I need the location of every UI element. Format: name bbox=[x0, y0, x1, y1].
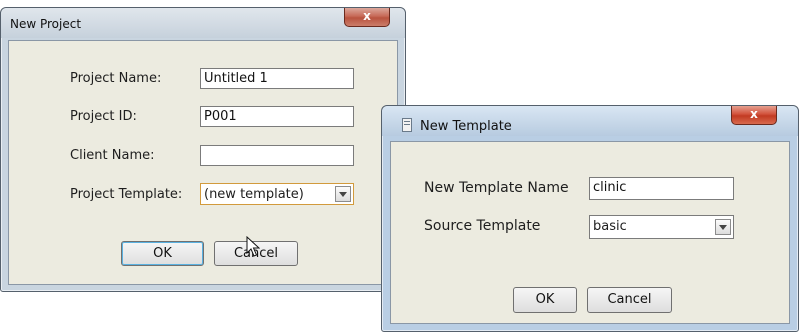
new-project-ok-button[interactable]: OK bbox=[121, 241, 204, 266]
project-name-input[interactable]: Untitled 1 bbox=[200, 68, 354, 89]
client-name-input[interactable] bbox=[200, 145, 354, 166]
template-name-input[interactable]: clinic bbox=[589, 177, 734, 200]
chevron-down-icon[interactable] bbox=[715, 219, 731, 235]
app-icon bbox=[402, 118, 412, 132]
new-project-dialog: New Project x Project Name: Untitled 1 P… bbox=[0, 7, 406, 292]
chevron-down-icon[interactable] bbox=[335, 186, 351, 202]
new-template-dialog: New Template x New Template Name clinic … bbox=[381, 105, 799, 332]
new-template-ok-button[interactable]: OK bbox=[513, 287, 577, 313]
template-name-label: New Template Name bbox=[424, 180, 569, 196]
project-template-value: (new template) bbox=[204, 187, 304, 202]
project-id-label: Project ID: bbox=[70, 109, 137, 124]
project-template-select[interactable]: (new template) bbox=[200, 183, 354, 205]
new-project-body: Project Name: Untitled 1 Project ID: P00… bbox=[8, 40, 398, 285]
project-name-label: Project Name: bbox=[70, 71, 162, 86]
new-template-body: New Template Name clinic Source Template… bbox=[390, 141, 790, 324]
new-template-title: New Template bbox=[420, 119, 512, 134]
new-template-titlebar[interactable]: New Template x bbox=[382, 106, 798, 136]
client-name-label: Client Name: bbox=[70, 148, 155, 163]
new-project-close-button[interactable]: x bbox=[344, 8, 390, 27]
project-id-input[interactable]: P001 bbox=[200, 106, 354, 127]
new-project-title: New Project bbox=[10, 17, 82, 31]
source-template-label: Source Template bbox=[424, 218, 541, 234]
new-project-titlebar[interactable]: New Project x bbox=[1, 8, 405, 38]
source-template-value: basic bbox=[593, 219, 627, 234]
project-template-label: Project Template: bbox=[70, 187, 183, 202]
new-template-cancel-button[interactable]: Cancel bbox=[587, 287, 672, 313]
mouse-pointer-icon bbox=[246, 236, 260, 257]
new-template-close-button[interactable]: x bbox=[731, 106, 777, 125]
source-template-select[interactable]: basic bbox=[589, 215, 734, 239]
